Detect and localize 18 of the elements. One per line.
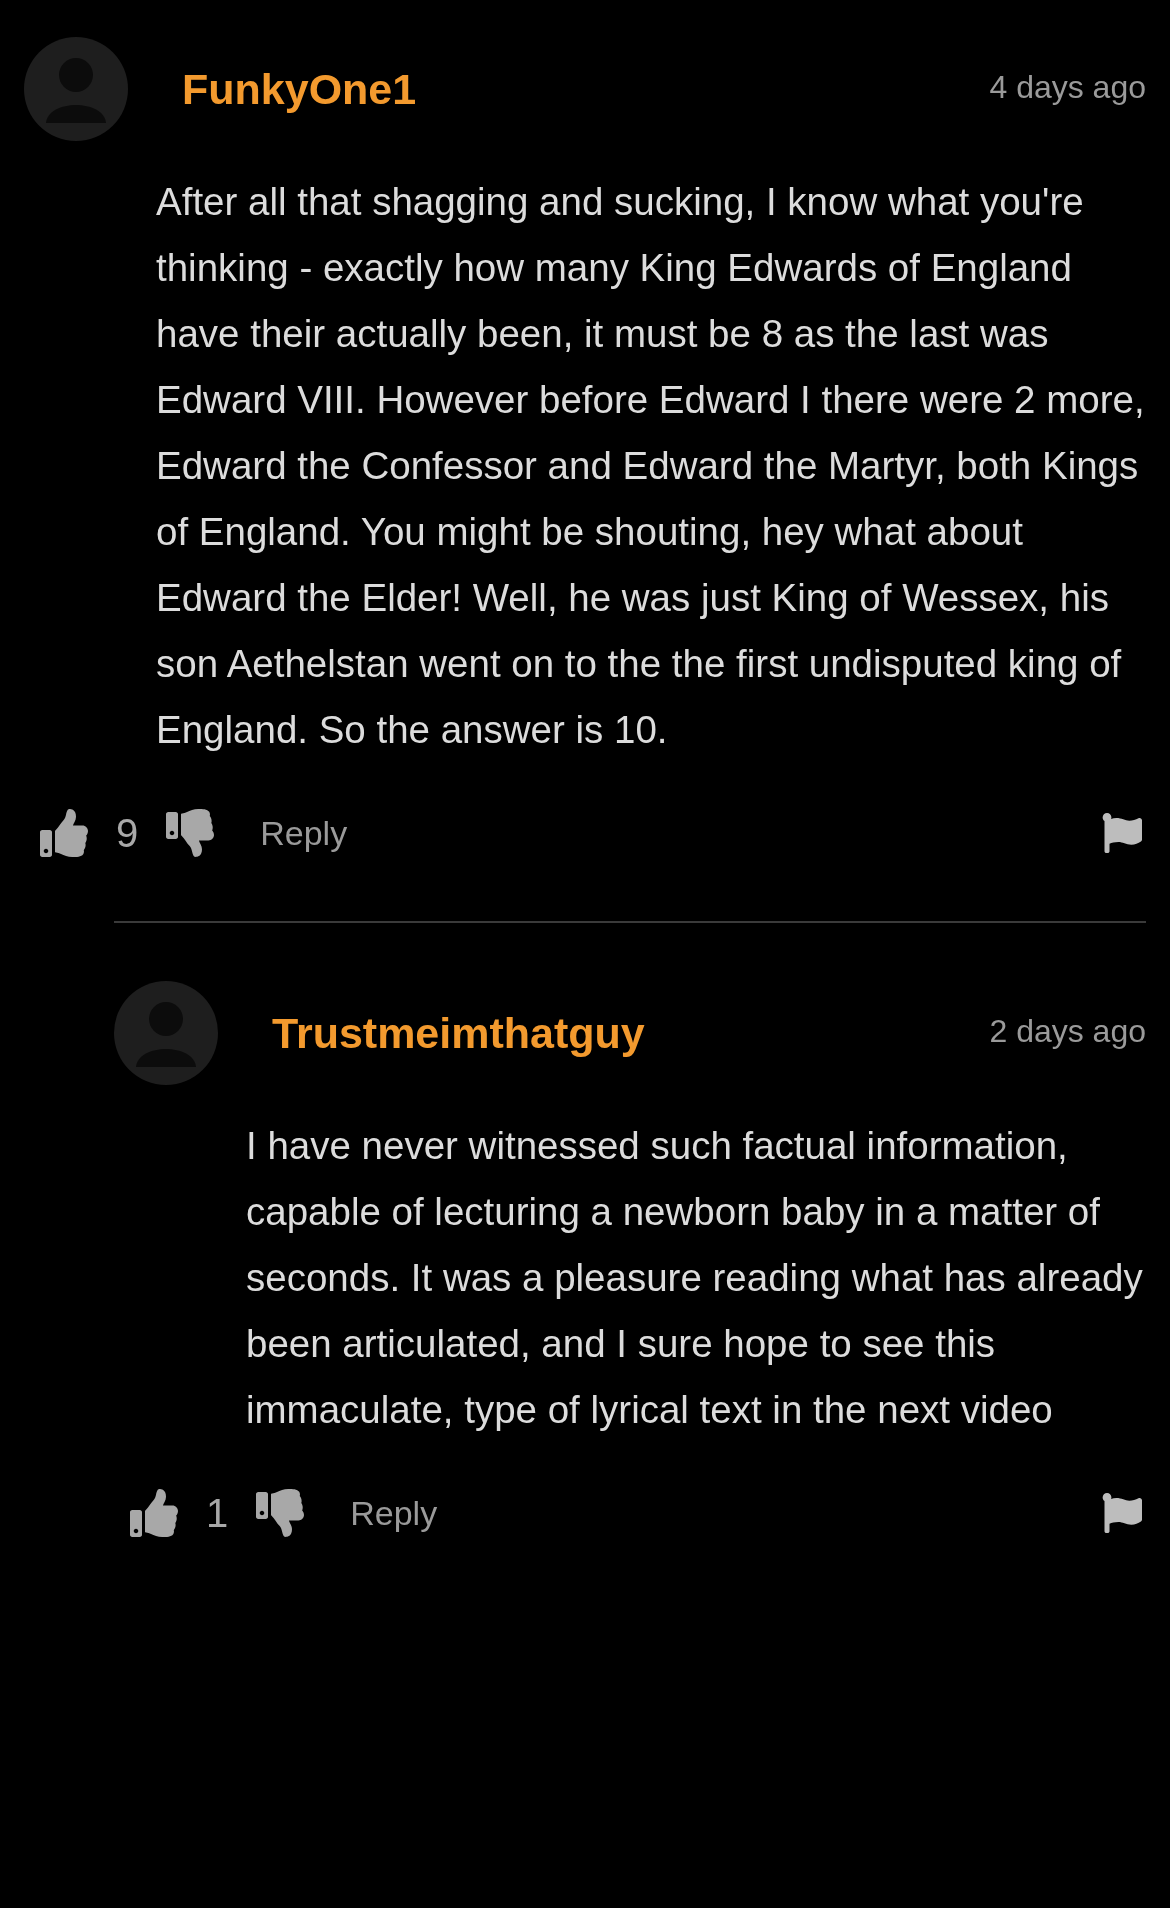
timestamp: 2 days ago (989, 1012, 1146, 1051)
report-button[interactable] (1102, 813, 1142, 853)
comment-text: After all that shagging and sucking, I know what you're thinking - exactly how many King Edwards of England have their actually been, it must be 8 as the last was Edward VIII. However before Edward I there were 2 more, Edward the Confessor and Edward the Martyr, both Kings of England. You might be shouting, hey what about Edward the Elder! Well, he was just King of Wessex, his son Aethelstan went on to the the first undisputed king of England. So the answer is 10. (156, 179, 1146, 753)
username[interactable]: Trustmeimthatguy (272, 1000, 645, 1066)
avatar-icon (114, 981, 218, 1085)
avatar-icon (24, 37, 128, 141)
reply-button[interactable]: Reply (260, 807, 348, 859)
like-count: 9 (116, 810, 139, 857)
report-button[interactable] (1102, 1493, 1142, 1533)
like-count: 1 (206, 1490, 229, 1537)
like-button[interactable] (40, 809, 88, 857)
dislike-button[interactable] (256, 1489, 305, 1537)
username[interactable]: FunkyOne1 (182, 56, 417, 122)
timestamp: 4 days ago (989, 68, 1146, 107)
reply-button[interactable]: Reply (350, 1487, 438, 1539)
comment-text: I have never witnessed such factual information, capable of lecturing a newborn baby in a matter of seconds. It was a pleasure reading what has already been articulated, and I sure hope to see this immaculate, type of lyrical text in the next video (246, 1123, 1144, 1433)
like-button[interactable] (130, 1489, 178, 1537)
dislike-button[interactable] (166, 809, 215, 857)
